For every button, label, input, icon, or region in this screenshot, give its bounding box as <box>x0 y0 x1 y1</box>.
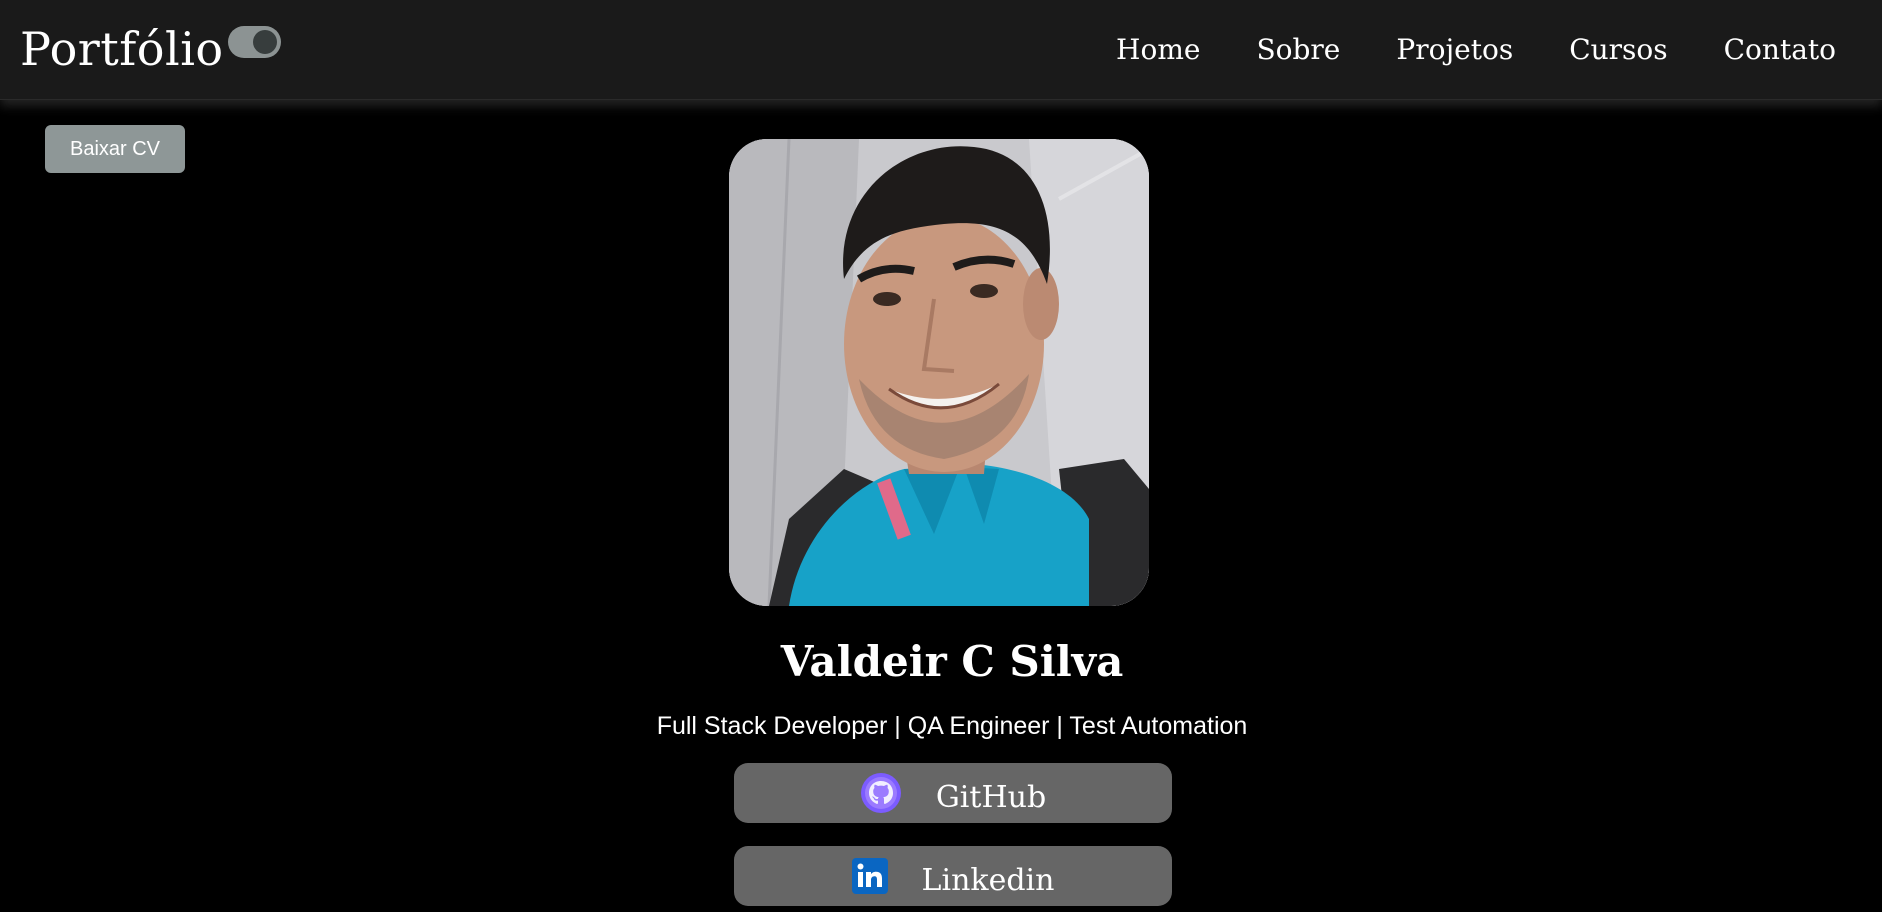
github-label: GitHub <box>935 780 1047 815</box>
nav-link-sobre[interactable]: Sobre <box>1256 28 1340 72</box>
download-cv-button[interactable]: Baixar CV <box>45 125 185 173</box>
navbar: Portfólio Home Sobre Projetos Cursos Con… <box>0 0 1882 100</box>
linkedin-icon <box>851 858 888 894</box>
profile-name: Valdeir C Silva <box>780 637 1124 686</box>
profile-photo <box>729 139 1149 606</box>
linkedin-label: Linkedin <box>921 863 1055 898</box>
github-icon <box>860 772 902 814</box>
theme-toggle-switch[interactable] <box>228 26 281 58</box>
profile-photo-illustration <box>729 139 1149 606</box>
nav-links: Home Sobre Projetos Cursos Contato <box>1116 28 1836 72</box>
brand-title[interactable]: Portfólio <box>20 18 224 80</box>
nav-link-projetos[interactable]: Projetos <box>1396 28 1513 72</box>
linkedin-button[interactable]: Linkedin <box>734 846 1172 906</box>
github-button[interactable]: GitHub <box>734 763 1172 823</box>
profile-tagline: Full Stack Developer | QA Engineer | Tes… <box>656 712 1248 740</box>
nav-link-contato[interactable]: Contato <box>1724 28 1836 72</box>
nav-link-cursos[interactable]: Cursos <box>1569 28 1667 72</box>
nav-link-home[interactable]: Home <box>1116 28 1200 72</box>
toggle-knob <box>253 30 277 54</box>
